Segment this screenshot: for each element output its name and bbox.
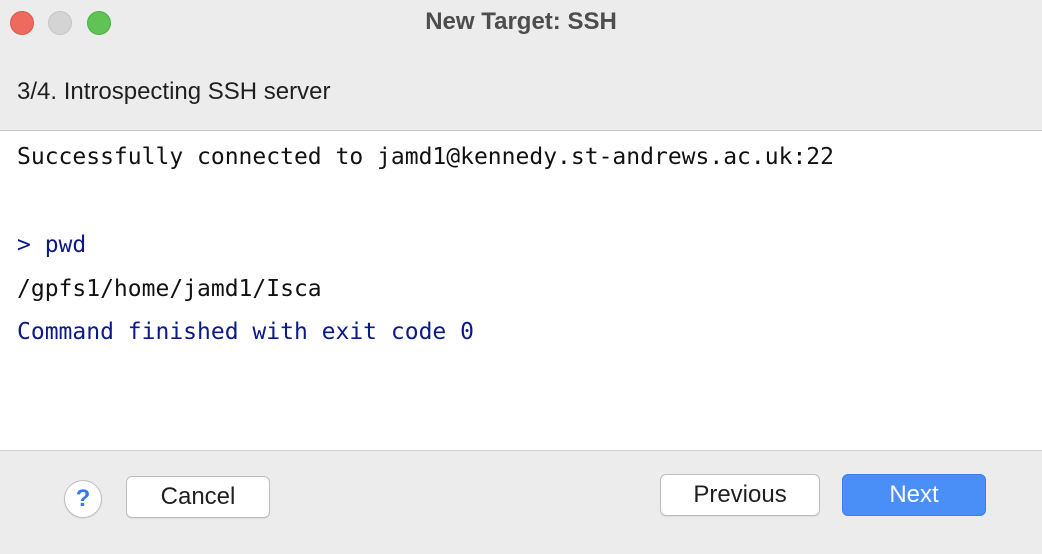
step-header: 3/4. Introspecting SSH server [0,44,1042,131]
dialog-window: New Target: SSH 3/4. Introspecting SSH s… [0,0,1042,554]
help-button[interactable]: ? [64,480,102,518]
console-line-command: > pwd [17,232,87,258]
cancel-button[interactable]: Cancel [126,476,270,518]
dialog-footer: ? Cancel Previous Next [0,451,1042,554]
console-line-output: /gpfs1/home/jamd1/Isca [17,276,322,302]
ssh-console-output[interactable]: Successfully connected to jamd1@kennedy.… [0,131,1042,451]
window-title: New Target: SSH [425,8,617,35]
console-line-exit-code: Command finished with exit code 0 [17,319,474,345]
title-bar: New Target: SSH [0,0,1042,44]
previous-button[interactable]: Previous [660,474,820,516]
console-line-connection: Successfully connected to jamd1@kennedy.… [17,144,834,170]
next-button[interactable]: Next [842,474,986,516]
step-title: 3/4. Introspecting SSH server [17,78,331,105]
question-mark-icon: ? [75,485,91,512]
